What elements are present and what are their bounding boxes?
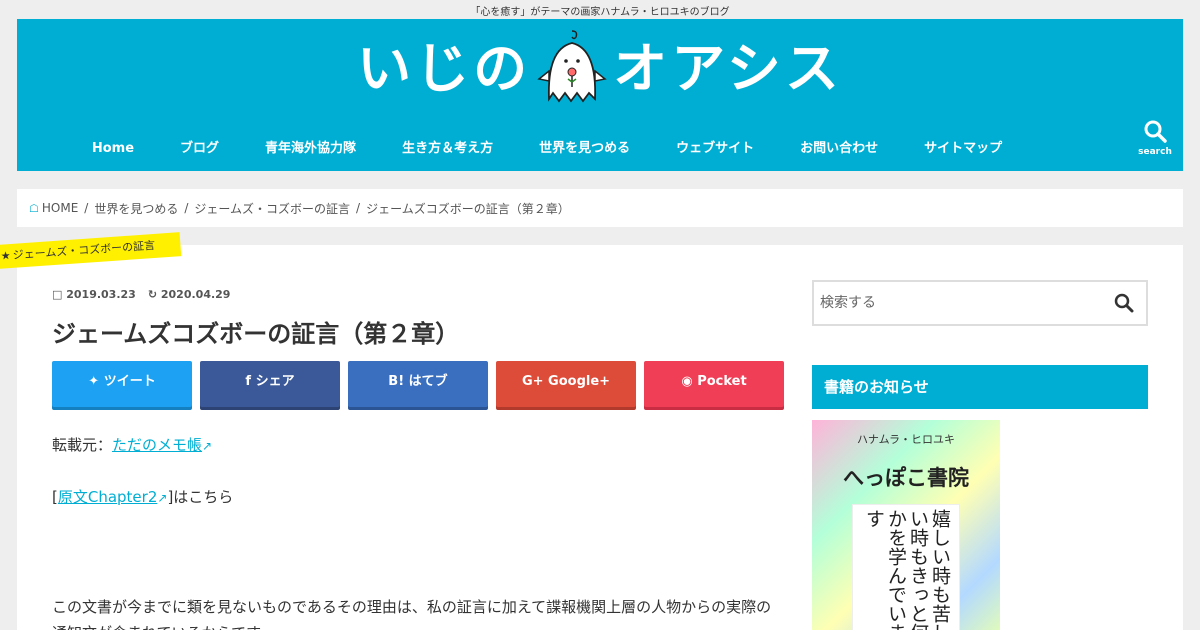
nav-item-lifestyle[interactable]: 生き方＆考え方 <box>379 139 516 163</box>
share-buttons: ✦ ツイート f シェア B! はてブ G+ Google+ ◉ Pocket <box>52 361 784 407</box>
share-facebook-button[interactable]: f シェア <box>200 361 340 407</box>
external-link-icon: ↗ <box>157 491 168 505</box>
ghost-mascot-icon <box>537 30 607 103</box>
original-suffix: ]はこちら <box>167 488 234 506</box>
nav-item-website[interactable]: ウェブサイト <box>653 139 777 163</box>
hatena-icon: B! <box>388 374 405 389</box>
site-header: いじの オアシス Home ブログ 青年海外協力隊 生き方＆考え方 世界を見つめ… <box>17 19 1183 171</box>
source-label: 転載元： <box>52 436 113 454</box>
book-title: へっぽこ書院 <box>843 466 969 490</box>
breadcrumb-separator: / <box>84 201 89 215</box>
facebook-icon: f <box>245 374 252 389</box>
search-icon[interactable] <box>1114 293 1134 313</box>
share-twitter-button[interactable]: ✦ ツイート <box>52 361 192 407</box>
source-link[interactable]: ただのメモ帳 <box>112 436 202 454</box>
external-link-icon: ↗ <box>202 439 213 453</box>
post-dates: □ 2019.03.23 ↻ 2020.04.29 <box>52 288 230 301</box>
book-cover[interactable]: ハナムラ・ヒロユキ へっぽこ書院 嬉しい時も苦しい時もきっと何かを学んでいます <box>812 420 1000 630</box>
folder-icon: ★ <box>0 249 12 263</box>
header-search-button[interactable]: search <box>1135 119 1175 165</box>
share-google-button[interactable]: G+ Google+ <box>496 361 636 407</box>
twitter-icon: ✦ <box>88 374 100 389</box>
pocket-icon: ◉ <box>681 374 693 389</box>
category-label: ジェームズ・コズボーの証言 <box>12 238 156 262</box>
search-icon <box>1144 120 1167 143</box>
article-body: この文書が今までに類を見ないものであるその理由は、私の証言に加えて諜報機関上層の… <box>52 598 772 630</box>
share-hatena-button[interactable]: B! はてブ <box>348 361 488 407</box>
breadcrumb: ☖ HOME / 世界を見つめる / ジェームズ・コズボーの証言 / ジェームズ… <box>17 189 1183 227</box>
nav-item-blog[interactable]: ブログ <box>157 139 242 163</box>
nav-item-sitemap[interactable]: サイトマップ <box>901 139 1025 163</box>
breadcrumb-item-category[interactable]: ジェームズ・コズボーの証言 <box>194 200 350 217</box>
original-paragraph: [原文Chapter2↗]はこちら <box>52 486 233 507</box>
google-plus-icon: G+ <box>521 374 544 389</box>
breadcrumb-item-world[interactable]: 世界を見つめる <box>94 200 178 217</box>
search-input[interactable] <box>814 282 1094 324</box>
sidebar-search <box>812 280 1148 326</box>
nav-item-jocv[interactable]: 青年海外協力隊 <box>242 139 379 163</box>
original-link[interactable]: 原文Chapter2 <box>58 488 158 506</box>
breadcrumb-separator: / <box>356 201 361 215</box>
breadcrumb-separator: / <box>184 201 189 215</box>
source-paragraph: 転載元：ただのメモ帳↗ <box>52 434 212 455</box>
share-pocket-button[interactable]: ◉ Pocket <box>644 361 784 407</box>
book-author: ハナムラ・ヒロユキ <box>856 433 956 446</box>
book-calligraphy-card: 嬉しい時も苦しい時もきっと何かを学んでいます <box>852 504 960 630</box>
book-calligraphy: 嬉しい時も苦しい時もきっと何かを学んでいます <box>863 509 951 630</box>
home-icon: ☖ <box>29 201 39 215</box>
nav-item-contact[interactable]: お問い合わせ <box>777 139 901 163</box>
logo-text-right: オアシス <box>613 37 843 100</box>
widget-title: 書籍のお知らせ <box>812 365 1148 409</box>
updated-date: ↻ 2020.04.29 <box>147 288 231 301</box>
nav-item-world[interactable]: 世界を見つめる <box>516 139 653 163</box>
main-nav: Home ブログ 青年海外協力隊 生き方＆考え方 世界を見つめる ウェブサイト … <box>17 139 1077 163</box>
site-logo[interactable]: いじの オアシス <box>17 29 1183 109</box>
breadcrumb-item-current: ジェームズコズボーの証言（第２章） <box>366 201 570 216</box>
search-label: search <box>1138 147 1172 157</box>
logo-text-left: いじの <box>357 37 532 100</box>
nav-item-home[interactable]: Home <box>69 139 157 163</box>
article-title: ジェームズコズボーの証言（第２章） <box>52 320 460 348</box>
breadcrumb-home[interactable]: HOME <box>42 201 78 215</box>
site-tagline: 「心を癒す」がテーマの画家ハナムラ・ヒロユキのブログ <box>470 7 730 18</box>
published-date: □ 2019.03.23 <box>52 288 136 301</box>
